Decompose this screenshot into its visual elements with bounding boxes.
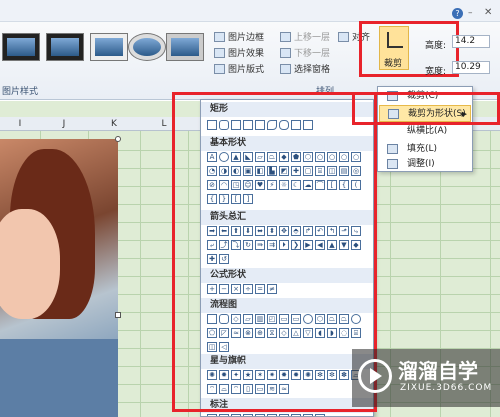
- watermark: 溜溜自学 ZIXUE.3D66.COM: [352, 349, 500, 407]
- bring-forward-label: 上移一层: [294, 33, 331, 43]
- selection-pane-button[interactable]: 选择窗格: [280, 62, 330, 75]
- menu-item-fit[interactable]: 调整(I): [379, 156, 471, 173]
- fill-icon: [387, 144, 398, 154]
- selected-photo[interactable]: [0, 139, 118, 417]
- help-icon[interactable]: ?: [452, 8, 463, 19]
- picture-style-thumb[interactable]: [2, 33, 40, 61]
- picture-style-thumb[interactable]: [128, 33, 166, 61]
- picture-style-thumb[interactable]: [90, 33, 128, 61]
- column-header[interactable]: I: [0, 117, 40, 131]
- watermark-title: 溜溜自学: [398, 359, 478, 383]
- picture-style-thumb[interactable]: [166, 33, 204, 61]
- width-label: 宽度:: [425, 67, 447, 77]
- bring-forward-icon: [280, 32, 291, 42]
- width-field[interactable]: 10.29: [452, 61, 490, 74]
- align-icon: [338, 32, 349, 42]
- selection-pane-icon: [280, 64, 291, 74]
- picture-style-thumb[interactable]: [46, 33, 84, 61]
- picture-effect-button[interactable]: 图片效果: [214, 46, 264, 59]
- close-icon[interactable]: ✕: [484, 7, 494, 18]
- menu-item-fill-label: 填充(L): [407, 144, 438, 154]
- picture-layout-icon: [214, 64, 225, 74]
- photo-shirt: [0, 339, 118, 417]
- send-backward-icon: [280, 48, 291, 58]
- picture-effect-label: 图片效果: [228, 49, 265, 59]
- menu-item-fit-label: 调整(I): [407, 159, 435, 169]
- send-backward-label: 下移一层: [294, 49, 331, 59]
- watermark-url: ZIXUE.3D66.COM: [400, 383, 493, 393]
- selection-pane-label: 选择窗格: [294, 65, 331, 75]
- picture-border-icon: [214, 32, 225, 42]
- picture-style-group-label: 图片样式: [2, 87, 39, 97]
- resize-handle-icon[interactable]: [115, 136, 121, 142]
- play-triangle-icon: [370, 368, 382, 384]
- picture-border-label: 图片边框: [228, 33, 265, 43]
- menu-item-aspect-ratio[interactable]: 纵横比(A): [379, 123, 471, 140]
- menu-item-highlight-box: [352, 92, 500, 125]
- resize-handle-icon[interactable]: [115, 312, 121, 318]
- column-header[interactable]: J: [40, 117, 88, 131]
- picture-effect-icon: [214, 48, 225, 58]
- fit-icon: [387, 159, 398, 169]
- photo-face: [0, 209, 60, 319]
- menu-item-aspect-ratio-label: 纵横比(A): [407, 126, 448, 136]
- bring-forward-button[interactable]: 上移一层: [280, 30, 330, 43]
- picture-layout-label: 图片版式: [228, 65, 265, 75]
- ribbon-tabstrip: [0, 0, 500, 22]
- height-label: 高度:: [425, 41, 447, 51]
- height-field[interactable]: 14.2: [452, 35, 490, 48]
- shapes-highlight-box: [172, 92, 377, 412]
- picture-border-button[interactable]: 图片边框: [214, 30, 264, 43]
- column-header[interactable]: K: [88, 117, 140, 131]
- minimize-icon[interactable]: –: [468, 8, 478, 18]
- picture-layout-button[interactable]: 图片版式: [214, 62, 264, 75]
- send-backward-button[interactable]: 下移一层: [280, 46, 330, 59]
